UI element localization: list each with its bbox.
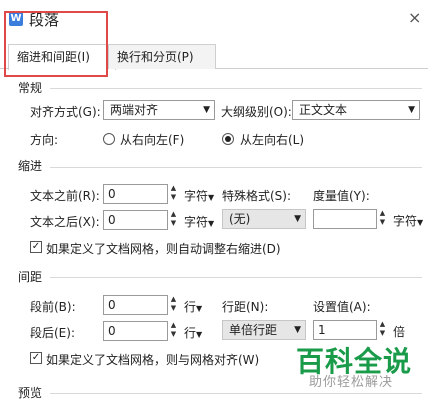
indent-grid-label: 如果定义了文档网格，则自动调整右缩进(D): [46, 242, 281, 256]
spacing-heading: 间距: [18, 270, 43, 284]
indent-after-label: 文本之后(X):: [30, 215, 100, 229]
preview-heading: 预览: [18, 386, 43, 400]
indent-before-stepper[interactable]: ▲ ▼: [167, 184, 180, 204]
indent-divider: [50, 167, 422, 168]
measure-stepper[interactable]: ▲ ▼: [376, 209, 389, 229]
preview-divider: [50, 393, 422, 394]
spacing-grid-label: 如果定义了文档网格，则与网格对齐(W): [46, 353, 260, 367]
watermark-subtitle: 助你轻松解决: [309, 375, 394, 390]
spacing-grid-checkbox[interactable]: ✓: [30, 352, 42, 364]
spacing-before-label: 段前(B):: [30, 300, 76, 314]
spacing-divider: [50, 277, 422, 278]
align-select[interactable]: 两端对齐 ▼: [103, 100, 215, 120]
spacing-before-unit[interactable]: 行▼: [184, 298, 202, 315]
direction-label: 方向:: [30, 133, 59, 147]
ltr-label: 从左向右(L): [240, 133, 305, 147]
setting-value-label: 设置值(A):: [313, 300, 371, 314]
setting-value-unit: 倍: [393, 325, 406, 339]
close-icon[interactable]: ×: [408, 8, 421, 27]
chevron-down-icon: ▼: [408, 105, 415, 115]
rtl-radio[interactable]: [103, 133, 115, 145]
outline-value: 正文文本: [299, 103, 348, 117]
line-spacing-value: 单倍行距: [229, 323, 278, 337]
indent-grid-checkbox[interactable]: ✓: [30, 241, 42, 253]
indent-before-label: 文本之前(R):: [30, 189, 100, 203]
outline-select[interactable]: 正文文本 ▼: [292, 100, 420, 120]
spacing-before-stepper[interactable]: ▲ ▼: [167, 295, 180, 315]
general-heading: 常规: [18, 81, 43, 95]
align-label: 对齐方式(G):: [30, 105, 101, 119]
chevron-down-icon: ▼: [294, 325, 301, 335]
align-value: 两端对齐: [110, 103, 159, 117]
line-spacing-label: 行距(N):: [222, 300, 269, 314]
spacing-after-input[interactable]: 0: [103, 321, 168, 341]
spacing-after-stepper[interactable]: ▲ ▼: [167, 321, 180, 341]
indent-after-stepper[interactable]: ▲ ▼: [167, 210, 180, 230]
outline-label: 大纲级别(O):: [221, 105, 292, 119]
spacing-after-label: 段后(E):: [30, 326, 75, 340]
ltr-radio[interactable]: [222, 133, 234, 145]
measure-unit[interactable]: 字符▼: [393, 212, 423, 229]
chevron-down-icon: ▼: [294, 214, 301, 224]
rtl-label: 从右向左(F): [120, 133, 185, 147]
indent-before-input[interactable]: 0: [103, 184, 168, 204]
highlight-box: [4, 11, 108, 77]
setting-value-stepper[interactable]: ▲ ▼: [376, 320, 389, 340]
spacing-before-input[interactable]: 0: [103, 295, 168, 315]
line-spacing-select[interactable]: 单倍行距 ▼: [222, 320, 306, 340]
special-format-select[interactable]: (无) ▼: [222, 209, 306, 229]
indent-heading: 缩进: [18, 159, 43, 173]
chevron-down-icon: ▼: [203, 105, 210, 115]
measure-input[interactable]: [313, 209, 377, 229]
indent-after-unit[interactable]: 字符▼: [184, 213, 214, 230]
special-format-label: 特殊格式(S):: [222, 189, 292, 203]
setting-value-input[interactable]: 1: [313, 320, 377, 340]
spacing-after-unit[interactable]: 行▼: [184, 324, 202, 341]
special-format-value: (无): [229, 212, 251, 226]
measure-label: 度量值(Y):: [313, 189, 370, 203]
tab-line-page-break[interactable]: 换行和分页(P): [108, 44, 216, 69]
general-divider: [50, 88, 422, 89]
indent-before-unit[interactable]: 字符▼: [184, 187, 214, 204]
indent-after-input[interactable]: 0: [103, 210, 168, 230]
